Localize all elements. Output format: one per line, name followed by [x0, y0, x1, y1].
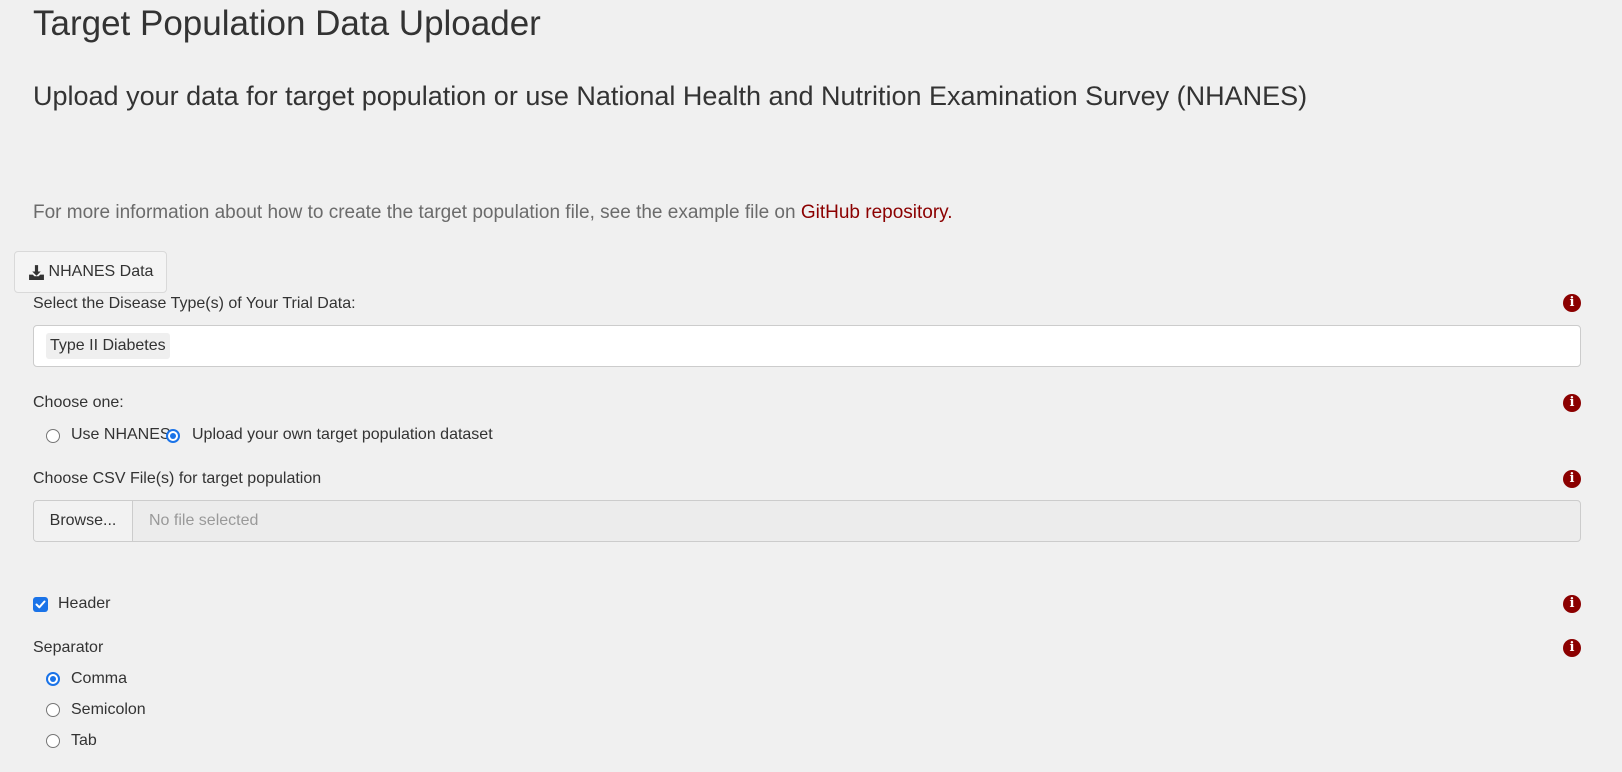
separator-tab-radio[interactable]	[46, 734, 60, 748]
info-icon[interactable]: i	[1563, 639, 1581, 657]
info-icon[interactable]: i	[1563, 470, 1581, 488]
info-text: For more information about how to create…	[33, 200, 953, 226]
separator-label: Separator	[33, 639, 104, 656]
separator-semicolon-radio[interactable]	[46, 703, 60, 717]
disease-select-label: Select the Disease Type(s) of Your Trial…	[33, 295, 356, 312]
separator-comma-radio[interactable]	[46, 672, 60, 686]
header-checkbox[interactable]	[33, 597, 48, 612]
file-upload-field[interactable]: Browse... No file selected	[33, 500, 1581, 542]
nhanes-download-label: NHANES Data	[48, 263, 154, 280]
separator-semicolon-label[interactable]: Semicolon	[71, 699, 146, 721]
file-upload-label: Choose CSV File(s) for target population	[33, 470, 322, 487]
use-nhanes-radio[interactable]	[46, 429, 60, 443]
selected-disease-chip[interactable]: Type II Diabetes	[46, 333, 170, 359]
download-icon	[28, 264, 45, 281]
page-title: Target Population Data Uploader	[33, 4, 541, 43]
info-icon[interactable]: i	[1563, 394, 1581, 412]
github-link[interactable]: GitHub repository.	[801, 202, 953, 223]
browse-button[interactable]: Browse...	[34, 501, 133, 541]
upload-own-label[interactable]: Upload your own target population datase…	[192, 424, 493, 446]
info-icon[interactable]: i	[1563, 294, 1581, 312]
nhanes-download-button[interactable]: NHANES Data	[14, 251, 167, 293]
use-nhanes-label[interactable]: Use NHANES	[71, 424, 171, 446]
separator-tab-label[interactable]: Tab	[71, 730, 97, 752]
check-icon	[35, 600, 46, 609]
info-text-body: For more information about how to create…	[33, 202, 801, 223]
header-checkbox-label[interactable]: Header	[58, 593, 110, 615]
disease-select[interactable]: Type II Diabetes	[33, 325, 1581, 367]
upload-own-radio[interactable]	[166, 429, 180, 443]
separator-comma-label[interactable]: Comma	[71, 668, 127, 690]
file-placeholder: No file selected	[149, 512, 259, 529]
info-icon[interactable]: i	[1563, 595, 1581, 613]
page-subtitle: Upload your data for target population o…	[33, 81, 1308, 111]
choose-one-label: Choose one:	[33, 394, 124, 411]
